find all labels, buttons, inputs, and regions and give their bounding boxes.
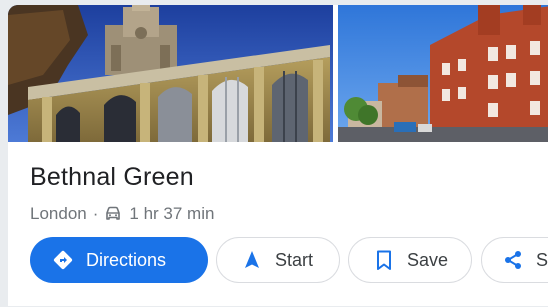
directions-label: Directions <box>86 249 167 270</box>
travel-time: 1 hr 37 min <box>129 204 215 223</box>
action-chips: Directions Start Save S <box>30 237 548 285</box>
place-title: Bethnal Green <box>30 163 194 191</box>
place-photo-street[interactable] <box>338 5 548 142</box>
navigation-arrow-icon <box>241 249 263 271</box>
start-label: Start <box>275 249 314 270</box>
place-card: Bethnal Green London · 1 hr 37 min Direc… <box>8 5 548 306</box>
separator-dot: · <box>92 204 99 223</box>
place-locality: London <box>30 204 87 223</box>
share-button[interactable]: Sh <box>481 237 548 283</box>
bookmark-icon <box>373 249 395 271</box>
place-subtitle: London · 1 hr 37 min <box>30 204 214 224</box>
directions-diamond-icon <box>52 249 74 271</box>
share-icon <box>502 249 524 271</box>
start-button[interactable]: Start <box>216 237 340 283</box>
share-label: Sh <box>536 249 548 270</box>
photo-carousel[interactable] <box>8 5 548 142</box>
save-button[interactable]: Save <box>348 237 472 283</box>
directions-button[interactable]: Directions <box>30 237 208 283</box>
car-icon <box>104 206 122 222</box>
place-photo-church[interactable] <box>8 5 333 142</box>
save-label: Save <box>407 249 449 270</box>
